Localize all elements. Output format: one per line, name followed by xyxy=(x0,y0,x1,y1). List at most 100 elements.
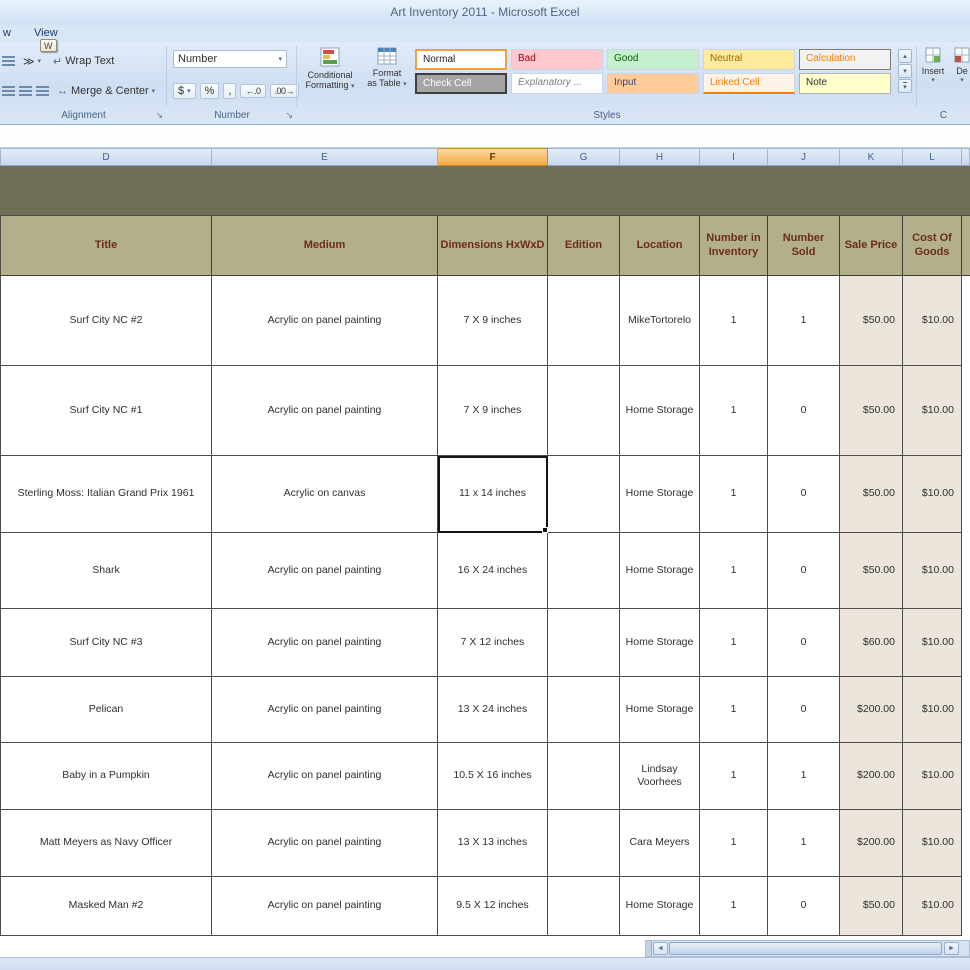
cell-location[interactable]: Home Storage xyxy=(620,533,700,609)
cell-inventory[interactable]: 1 xyxy=(700,533,768,609)
cell-dimensions[interactable]: 7 X 9 inches xyxy=(438,276,548,366)
vertical-align-icon[interactable] xyxy=(2,56,15,67)
column-header-m-cut[interactable] xyxy=(962,148,970,166)
column-header-g[interactable]: G xyxy=(548,148,620,166)
align-right-icon[interactable] xyxy=(36,86,49,97)
cell-sale-price[interactable]: $200.00 xyxy=(840,743,903,810)
cell-sold[interactable]: 0 xyxy=(768,366,840,456)
scroll-left-button[interactable]: ◄ xyxy=(653,942,668,955)
cell-sold[interactable]: 0 xyxy=(768,456,840,533)
cell-dimensions[interactable]: 9.5 X 12 inches xyxy=(438,877,548,936)
cell-edition[interactable] xyxy=(548,743,620,810)
cell-cost[interactable]: $10.00 xyxy=(903,743,962,810)
style-check-cell[interactable]: Check Cell xyxy=(415,73,507,94)
cell-location[interactable]: Home Storage xyxy=(620,456,700,533)
comma-format-button[interactable]: , xyxy=(223,83,236,99)
percent-format-button[interactable]: % xyxy=(200,83,220,99)
cell-dimensions[interactable]: 7 X 9 inches xyxy=(438,366,548,456)
cell-sold[interactable]: 0 xyxy=(768,877,840,936)
column-header-d[interactable]: D xyxy=(0,148,212,166)
column-header-i[interactable]: I xyxy=(700,148,768,166)
cell-cost[interactable]: $10.00 xyxy=(903,366,962,456)
cell-medium[interactable]: Acrylic on canvas xyxy=(212,456,438,533)
cell-dimensions[interactable]: 11 x 14 inches xyxy=(438,456,548,533)
cell-location[interactable]: Cara Meyers xyxy=(620,810,700,877)
table-header-location[interactable]: Location xyxy=(620,216,700,276)
cell-sold[interactable]: 1 xyxy=(768,276,840,366)
cell-inventory[interactable]: 1 xyxy=(700,609,768,677)
gallery-scroll-down-button[interactable]: ▾ xyxy=(898,64,912,78)
cell-title[interactable]: Sterling Moss: Italian Grand Prix 1961 xyxy=(0,456,212,533)
cell-edition[interactable] xyxy=(548,810,620,877)
cell-cost[interactable]: $10.00 xyxy=(903,456,962,533)
style-good[interactable]: Good xyxy=(607,49,699,70)
cell-sale-price[interactable]: $50.00 xyxy=(840,877,903,936)
cell-edition[interactable] xyxy=(548,877,620,936)
align-left-icon[interactable] xyxy=(2,86,15,97)
cell-sold[interactable]: 1 xyxy=(768,743,840,810)
cell-dimensions[interactable]: 13 X 24 inches xyxy=(438,677,548,743)
style-calculation[interactable]: Calculation xyxy=(799,49,891,70)
cell-title[interactable]: Shark xyxy=(0,533,212,609)
cell-medium[interactable]: Acrylic on panel painting xyxy=(212,533,438,609)
cell-sale-price[interactable]: $50.00 xyxy=(840,276,903,366)
orientation-button[interactable]: ≫ ▾ xyxy=(19,54,45,69)
cell-sale-price[interactable]: $200.00 xyxy=(840,810,903,877)
cell-inventory[interactable]: 1 xyxy=(700,743,768,810)
wrap-text-button[interactable]: ↵ Wrap Text xyxy=(49,54,118,69)
cell-sale-price[interactable]: $50.00 xyxy=(840,456,903,533)
cell-sold[interactable]: 0 xyxy=(768,609,840,677)
cell-medium[interactable]: Acrylic on panel painting xyxy=(212,609,438,677)
table-header-edition[interactable]: Edition xyxy=(548,216,620,276)
cell-title[interactable]: Masked Man #2 xyxy=(0,877,212,936)
cell-medium[interactable]: Acrylic on panel painting xyxy=(212,276,438,366)
cell-sale-price[interactable]: $50.00 xyxy=(840,533,903,609)
tab-view[interactable]: View xyxy=(34,27,58,39)
cell-medium[interactable]: Acrylic on panel painting xyxy=(212,677,438,743)
cell-medium[interactable]: Acrylic on panel painting xyxy=(212,366,438,456)
cell-inventory[interactable]: 1 xyxy=(700,276,768,366)
cell-medium[interactable]: Acrylic on panel painting xyxy=(212,877,438,936)
cell-cost[interactable]: $10.00 xyxy=(903,533,962,609)
cell-sale-price[interactable]: $50.00 xyxy=(840,366,903,456)
cell-title[interactable]: Baby in a Pumpkin xyxy=(0,743,212,810)
number-format-dropdown[interactable]: Number ▾ xyxy=(173,50,287,68)
cell-inventory[interactable]: 1 xyxy=(700,456,768,533)
cell-medium[interactable]: Acrylic on panel painting xyxy=(212,810,438,877)
column-header-f[interactable]: F xyxy=(438,148,548,166)
table-header-sale-price[interactable]: Sale Price xyxy=(840,216,903,276)
cell-sold[interactable]: 1 xyxy=(768,810,840,877)
cell-location[interactable]: Home Storage xyxy=(620,366,700,456)
column-header-h[interactable]: H xyxy=(620,148,700,166)
tab-review-cut[interactable]: w xyxy=(3,27,11,39)
cell-title[interactable]: Pelican xyxy=(0,677,212,743)
cell-edition[interactable] xyxy=(548,276,620,366)
cell-dimensions[interactable]: 16 X 24 inches xyxy=(438,533,548,609)
currency-format-button[interactable]: $ ▾ xyxy=(173,83,196,99)
cell-edition[interactable] xyxy=(548,456,620,533)
style-normal[interactable]: Normal xyxy=(415,49,507,70)
title-bar[interactable]: Art Inventory 2011 - Microsoft Excel xyxy=(0,0,970,25)
column-header-l[interactable]: L xyxy=(903,148,962,166)
conditional-formatting-button[interactable]: Conditional Formatting ▾ xyxy=(301,47,359,109)
column-header-e[interactable]: E xyxy=(212,148,438,166)
style-neutral[interactable]: Neutral xyxy=(703,49,795,70)
cell-cost[interactable]: $10.00 xyxy=(903,877,962,936)
cell-cost[interactable]: $10.00 xyxy=(903,677,962,743)
gallery-scroll-up-button[interactable]: ▴ xyxy=(898,49,912,63)
table-header-cost[interactable]: Cost Of Goods xyxy=(903,216,962,276)
scroll-right-button[interactable]: ► xyxy=(944,942,959,955)
table-header-medium[interactable]: Medium xyxy=(212,216,438,276)
cell-edition[interactable] xyxy=(548,677,620,743)
column-header-j[interactable]: J xyxy=(768,148,840,166)
cell-location[interactable]: Home Storage xyxy=(620,609,700,677)
cell-cost[interactable]: $10.00 xyxy=(903,609,962,677)
table-header-sold[interactable]: Number Sold xyxy=(768,216,840,276)
cell-edition[interactable] xyxy=(548,366,620,456)
style-linked-cell[interactable]: Linked Cell xyxy=(703,73,795,94)
dialog-launcher-icon[interactable]: ↘ xyxy=(155,110,163,121)
style-explanatory[interactable]: Explanatory ... xyxy=(511,73,603,94)
table-header-title[interactable]: Title xyxy=(0,216,212,276)
format-as-table-button[interactable]: Format as Table ▾ xyxy=(361,47,413,109)
gallery-more-button[interactable]: ▾ xyxy=(898,79,912,93)
